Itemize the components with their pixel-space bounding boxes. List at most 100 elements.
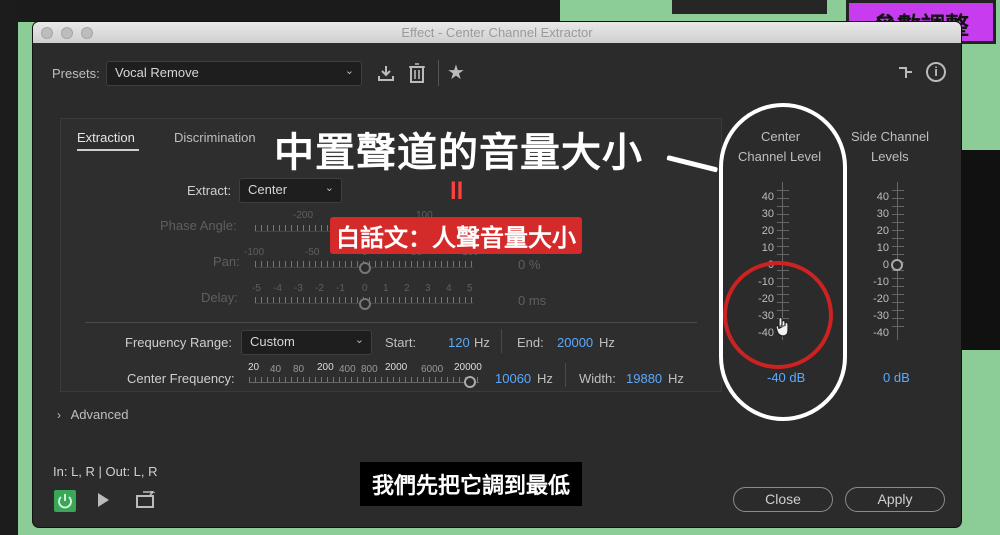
title-bar: Effect - Center Channel Extractor [33, 22, 961, 43]
delay-label: Delay: [201, 290, 238, 305]
delay-tick: 4 [446, 283, 452, 294]
advanced-label: Advanced [70, 407, 129, 422]
extract-value: Center [248, 182, 288, 197]
delay-value: 0 ms [518, 293, 547, 308]
tab-extraction-underline [77, 149, 139, 151]
pan-tick: -100 [244, 247, 265, 258]
delay-tick: 1 [383, 283, 389, 294]
cf-slider-knob[interactable] [463, 376, 476, 388]
side-scale: 0 [882, 259, 889, 271]
side-scale: -20 [873, 293, 889, 305]
pan-slider-knob[interactable] [359, 262, 371, 274]
play-icon[interactable] [96, 492, 110, 508]
tab-discrimination[interactable]: Discrimination [174, 130, 256, 145]
info-icon[interactable]: i [926, 62, 946, 82]
delay-tick: 2 [404, 283, 410, 294]
favorite-star-icon[interactable]: ★ [447, 62, 469, 84]
cf-tick: 800 [361, 364, 378, 375]
start-unit: Hz [474, 335, 490, 350]
chevron-down-icon: ⌄ [354, 334, 364, 346]
delay-tick: 5 [467, 283, 473, 294]
start-label: Start: [385, 335, 417, 350]
cf-tick: 6000 [421, 364, 444, 375]
delay-tick: -4 [273, 283, 282, 294]
power-icon[interactable] [54, 490, 76, 512]
side-meter-value[interactable]: 0 dB [883, 370, 910, 385]
waveform-edge [960, 150, 1000, 350]
start-value[interactable]: 120 [448, 335, 470, 350]
extract-dropdown[interactable]: Center ⌄ [239, 178, 342, 203]
delay-tick: 3 [425, 283, 431, 294]
equals-overlay: ll [450, 178, 464, 205]
cf-slider-track[interactable] [249, 382, 479, 383]
chevron-right-icon: › [57, 408, 61, 422]
width-unit: Hz [668, 371, 684, 386]
loop-icon[interactable] [135, 489, 157, 509]
cf-tick: 40 [270, 364, 282, 375]
center-frequency-label: Center Frequency: [127, 371, 235, 386]
pan-value: 0 % [518, 257, 541, 272]
frequency-range-value: Custom [250, 334, 295, 349]
close-button[interactable]: Close [733, 487, 833, 512]
apply-button[interactable]: Apply [845, 487, 945, 512]
caption-overlay: 我們先把它調到最低 [360, 462, 583, 506]
side-meter-knob[interactable] [891, 259, 903, 271]
side-scale: -40 [873, 327, 889, 339]
pan-tick: -50 [305, 247, 320, 258]
chevron-down-icon: ⌄ [344, 65, 354, 77]
side-scale: -10 [873, 276, 889, 288]
cf-tick: 200 [317, 362, 334, 373]
toolbar-divider [438, 60, 439, 86]
delay-tick: -2 [315, 283, 324, 294]
end-label: End: [517, 335, 544, 350]
delay-tick: -1 [336, 283, 345, 294]
daw-meter-top [672, 0, 827, 14]
phase-angle-label: Phase Angle: [160, 218, 237, 233]
center-frequency-value[interactable]: 10060 [495, 371, 531, 386]
pan-label: Pan: [213, 254, 240, 269]
side-meter-title2: Levels [871, 149, 909, 164]
side-scale: 40 [876, 191, 889, 203]
field-divider [501, 329, 502, 353]
cf-tick: 20 [248, 362, 260, 373]
save-preset-icon[interactable] [376, 63, 396, 83]
side-scale: 20 [876, 225, 889, 237]
headline-overlay: 中置聲道的音量大小 [274, 131, 643, 175]
chevron-down-icon: ⌄ [324, 182, 334, 194]
delay-tick: -5 [252, 283, 261, 294]
side-scale: -30 [873, 310, 889, 322]
presets-value: Vocal Remove [115, 65, 199, 80]
frequency-range-dropdown[interactable]: Custom ⌄ [241, 330, 372, 355]
tab-extraction[interactable]: Extraction [77, 130, 135, 145]
center-frequency-unit: Hz [537, 371, 553, 386]
side-scale: 30 [876, 208, 889, 220]
cf-tick: 400 [339, 364, 356, 375]
delete-preset-icon[interactable] [407, 62, 427, 84]
window-title: Effect - Center Channel Extractor [401, 25, 593, 40]
side-scale: 10 [876, 242, 889, 254]
delay-slider-knob[interactable] [359, 298, 371, 310]
cf-tick: 80 [293, 364, 305, 375]
width-label: Width: [579, 371, 616, 386]
presets-dropdown[interactable]: Vocal Remove ⌄ [106, 61, 362, 86]
delay-tick: 0 [362, 283, 368, 294]
daw-left-strip [0, 0, 18, 535]
annotation-circle [723, 261, 833, 369]
delay-tick: -3 [294, 283, 303, 294]
frequency-range-label: Frequency Range: [125, 335, 232, 350]
width-value[interactable]: 19880 [626, 371, 662, 386]
subline-overlay: 白話文：人聲音量大小 [330, 217, 582, 254]
extract-label: Extract: [187, 183, 232, 198]
io-label: In: L, R | Out: L, R [53, 464, 158, 479]
end-value[interactable]: 20000 [557, 335, 593, 350]
end-unit: Hz [599, 335, 615, 350]
daw-top-strip [0, 0, 560, 22]
advanced-toggle[interactable]: › Advanced [57, 407, 128, 422]
section-divider [85, 322, 697, 323]
cf-tick: 20000 [454, 362, 482, 373]
field-divider [565, 363, 566, 387]
routing-icon[interactable] [897, 64, 915, 82]
presets-label: Presets: [52, 66, 100, 81]
phase-tick: -200 [293, 210, 314, 221]
cf-tick: 2000 [385, 362, 408, 373]
